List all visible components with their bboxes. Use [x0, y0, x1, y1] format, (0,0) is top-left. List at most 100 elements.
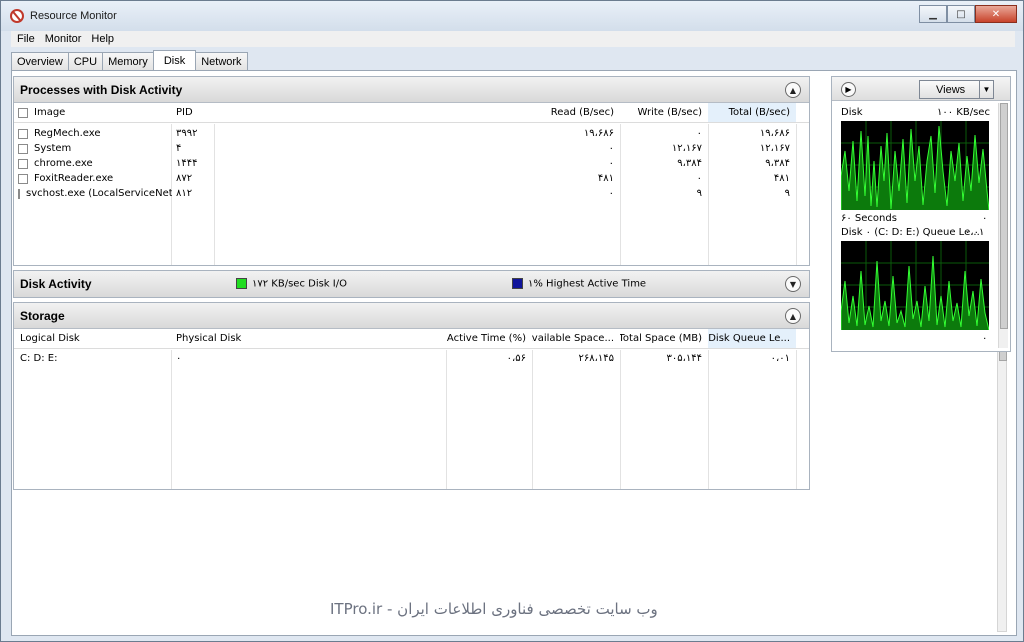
- tab-strip: Overview CPU Memory Disk Network: [11, 50, 248, 70]
- graph1-scale: ۱۰۰ KB/sec: [937, 107, 990, 118]
- storage-list: C: D: E: ۰ ۰،۵۶ ۲۶۸،۱۴۵ ۳۰۵،۱۴۴ ۰،۰۱: [14, 349, 809, 366]
- table-row[interactable]: System ۴ ۰ ۱۲،۱۶۷ ۱۲،۱۶۷: [14, 141, 809, 156]
- disk-activity-panel-header[interactable]: Disk Activity ۱۷۲ KB/sec Disk I/O ۱% Hig…: [14, 271, 809, 297]
- process-read: ۰: [608, 188, 614, 199]
- process-total: ۴۸۱: [773, 173, 790, 184]
- disk-queue-graph-svg: [840, 241, 990, 331]
- row-checkbox[interactable]: [18, 173, 28, 184]
- graph2-scale: ۰،۰۱: [965, 227, 985, 238]
- column-write-label: Write (B/sec): [637, 107, 702, 118]
- table-row[interactable]: chrome.exe ۱۴۴۴ ۰ ۹،۳۸۴ ۹،۳۸۴: [14, 156, 809, 171]
- process-write: ۹،۳۸۴: [677, 158, 702, 169]
- graph-pane-scrollbar[interactable]: [998, 103, 1008, 348]
- process-write: ۰: [696, 173, 702, 184]
- column-pid-label: PID: [176, 107, 193, 118]
- column-disk-queue[interactable]: Disk Queue Le...: [708, 329, 796, 348]
- disk-graph-svg: [840, 121, 990, 211]
- storage-available-space: ۲۶۸،۱۴۵: [578, 353, 614, 364]
- column-pid[interactable]: PID: [176, 103, 216, 122]
- table-row[interactable]: RegMech.exe ۳۹۹۲ ۱۹،۶۸۶ ۰ ۱۹،۶۸۶: [14, 126, 809, 141]
- processes-header-row: Image PID Read (B/sec) Write (B/sec) Tot…: [14, 103, 809, 123]
- column-image-label: Image: [34, 107, 66, 118]
- storage-panel-header[interactable]: Storage ▲: [14, 303, 809, 329]
- graph1-title: Disk: [841, 107, 863, 118]
- views-button[interactable]: Views ▼: [919, 80, 994, 99]
- processes-panel-header[interactable]: Processes with Disk Activity ▲: [14, 77, 809, 103]
- disk-io-swatch: [236, 278, 247, 289]
- maximize-button[interactable]: □: [947, 5, 975, 23]
- storage-active-time: ۰،۵۶: [506, 353, 526, 364]
- disk-io-legend: ۱۷۲ KB/sec Disk I/O: [236, 278, 347, 290]
- minimize-button[interactable]: ▁: [919, 5, 947, 23]
- process-image: RegMech.exe: [34, 128, 101, 139]
- process-pid: ۸۷۲: [176, 173, 193, 184]
- column-total[interactable]: Total (B/sec): [708, 103, 796, 122]
- disk-tab-content: Processes with Disk Activity ▲ Image PID…: [11, 70, 1017, 636]
- process-total: ۹،۳۸۴: [765, 158, 790, 169]
- menu-file[interactable]: File: [17, 33, 35, 45]
- table-row[interactable]: FoxitReader.exe ۸۷۲ ۴۸۱ ۰ ۴۸۱: [14, 171, 809, 186]
- processes-panel-title: Processes with Disk Activity: [20, 83, 183, 97]
- process-pid: ۱۴۴۴: [176, 158, 198, 169]
- column-available-space[interactable]: Available Space...: [532, 329, 620, 348]
- active-time-label: ۱% Highest Active Time: [528, 278, 647, 290]
- process-read: ۴۸۱: [597, 173, 614, 184]
- column-active-time[interactable]: Active Time (%): [446, 329, 532, 348]
- process-read: ۱۹،۶۸۶: [583, 128, 614, 139]
- tab-memory[interactable]: Memory: [102, 52, 154, 70]
- window-controls: ▁ □ ✕: [919, 5, 1017, 23]
- process-pid: ۸۱۲: [176, 188, 193, 199]
- select-all-checkbox[interactable]: [18, 107, 28, 118]
- column-read-label: Read (B/sec): [550, 107, 614, 118]
- resource-monitor-window: Resource Monitor ▁ □ ✕ File Monitor Help…: [0, 0, 1024, 642]
- views-label: Views: [936, 83, 966, 96]
- table-row[interactable]: svchost.exe (LocalServiceNet... ۸۱۲ ۰ ۹ …: [14, 186, 809, 201]
- collapse-icon[interactable]: ▲: [785, 308, 801, 324]
- tab-overview[interactable]: Overview: [11, 52, 69, 70]
- processes-list: RegMech.exe ۳۹۹۲ ۱۹،۶۸۶ ۰ ۱۹،۶۸۶ System …: [14, 123, 809, 201]
- column-write[interactable]: Write (B/sec): [620, 103, 708, 122]
- disk-activity-panel: Disk Activity ۱۷۲ KB/sec Disk I/O ۱% Hig…: [13, 270, 810, 298]
- storage-title: Storage: [20, 309, 65, 323]
- column-image[interactable]: Image: [18, 103, 168, 122]
- graph2-title: Disk ۰ (C: D: E:) Queue Le...: [841, 227, 980, 238]
- menu-monitor[interactable]: Monitor: [45, 33, 82, 45]
- row-checkbox[interactable]: [18, 143, 28, 154]
- graph1-footer: ۶۰ Seconds: [841, 213, 897, 224]
- tab-cpu[interactable]: CPU: [67, 52, 104, 70]
- tab-disk[interactable]: Disk: [152, 50, 197, 70]
- disk-io-label: ۱۷۲ KB/sec Disk I/O: [252, 278, 347, 290]
- process-total: ۹: [784, 188, 790, 199]
- process-image: FoxitReader.exe: [34, 173, 114, 184]
- storage-disk-queue: ۰،۰۱: [770, 353, 790, 364]
- close-button[interactable]: ✕: [975, 5, 1017, 23]
- table-row[interactable]: C: D: E: ۰ ۰،۵۶ ۲۶۸،۱۴۵ ۳۰۵،۱۴۴ ۰،۰۱: [14, 351, 809, 366]
- process-read: ۰: [608, 143, 614, 154]
- chevron-down-icon[interactable]: ▼: [979, 81, 993, 98]
- menu-bar: File Monitor Help: [11, 31, 1015, 47]
- active-time-legend: ۱% Highest Active Time: [512, 278, 646, 290]
- row-checkbox[interactable]: [18, 158, 28, 169]
- graph2-footer-right: ۰: [982, 333, 988, 344]
- title-bar: Resource Monitor ▁ □ ✕: [1, 1, 1023, 31]
- watermark-left: TOSINSO.COM: [12, 611, 110, 626]
- chevron-right-icon[interactable]: ▶: [841, 82, 856, 97]
- watermark-center: ITPro.ir - وب سایت تخصصی فناوری اطلاعات …: [330, 600, 658, 618]
- collapse-icon[interactable]: ▲: [785, 82, 801, 98]
- graph-pane-scrollbar-thumb[interactable]: [1000, 103, 1008, 329]
- storage-logical-disk: C: D: E:: [20, 353, 58, 364]
- menu-help[interactable]: Help: [91, 33, 114, 45]
- column-logical-disk[interactable]: Logical Disk: [20, 329, 170, 348]
- disk-queue-graph: [840, 241, 990, 331]
- process-read: ۰: [608, 158, 614, 169]
- tab-network[interactable]: Network: [195, 52, 248, 70]
- column-physical-disk[interactable]: Physical Disk: [176, 329, 376, 348]
- column-read[interactable]: Read (B/sec): [534, 103, 620, 122]
- row-checkbox[interactable]: [18, 188, 20, 199]
- storage-physical-disk: ۰: [176, 353, 182, 364]
- expand-icon[interactable]: ▼: [785, 276, 801, 292]
- column-total-space[interactable]: Total Space (MB): [620, 329, 708, 348]
- graph-pane-header: ▶ Views ▼: [832, 77, 1010, 101]
- graph-pane: ▶ Views ▼ Disk ۱۰۰ KB/sec ۶۰ Seconds ۰ D…: [831, 76, 1011, 352]
- row-checkbox[interactable]: [18, 128, 28, 139]
